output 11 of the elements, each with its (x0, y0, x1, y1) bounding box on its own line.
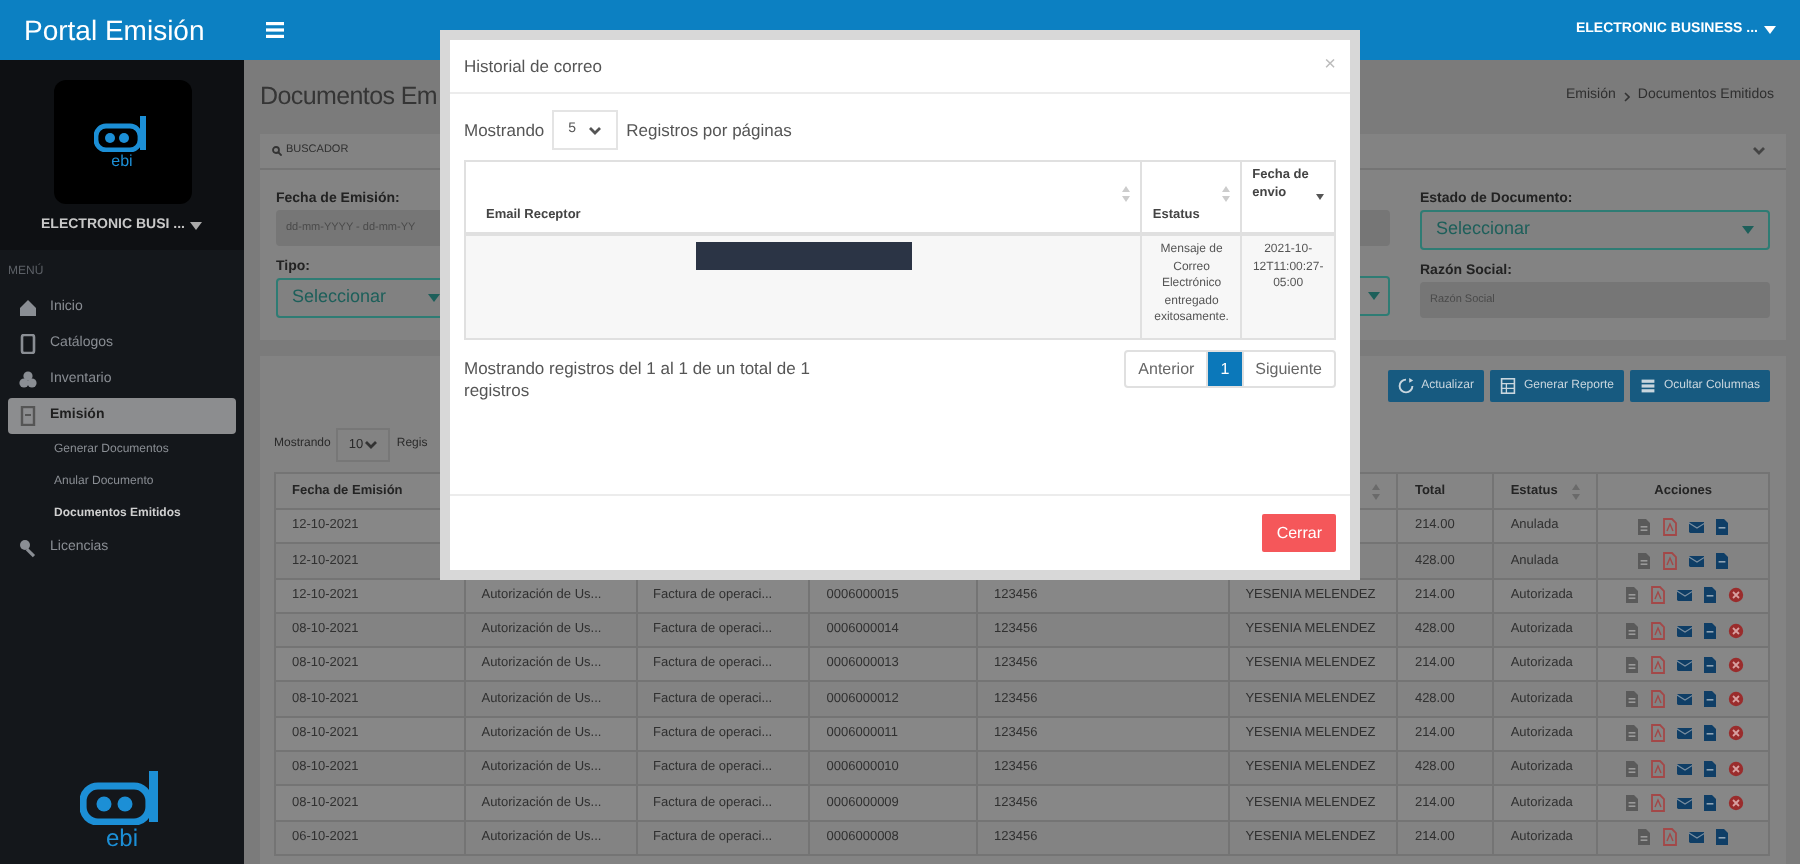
modal-title: Historial de correo (464, 53, 602, 79)
length-label: Registros por páginas (626, 117, 792, 143)
pagination-button[interactable]: 1 (1208, 352, 1244, 386)
logo-text: ebi (105, 825, 139, 852)
table-info: Mostrando registros del 1 al 1 de un total de 1 registros (464, 356, 812, 402)
page-title: Documentos Em (260, 80, 437, 115)
close-button[interactable]: Cerrar (1262, 514, 1336, 552)
length-label: Mostrando (464, 117, 545, 143)
app-title: Portal Emisión (22, 11, 207, 49)
logo-text: ebi (111, 151, 133, 169)
pagination-button[interactable]: Siguiente (1243, 352, 1334, 386)
